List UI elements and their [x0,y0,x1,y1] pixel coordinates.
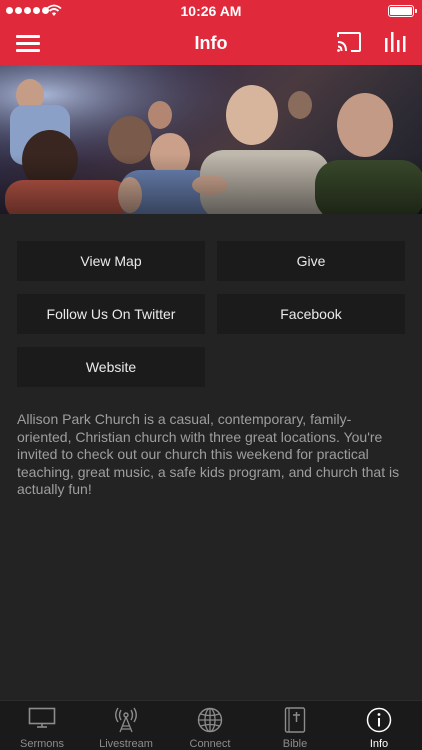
give-button[interactable]: Give [217,241,405,281]
view-map-button[interactable]: View Map [17,241,205,281]
battery-icon [388,5,417,17]
tab-label: Connect [189,738,231,750]
status-time: 10:26 AM [180,3,242,19]
antenna-icon [115,707,137,733]
tab-sermons[interactable]: Sermons [0,701,84,750]
tv-icon [28,707,56,728]
bible-icon [284,707,306,733]
tab-label: Bible [282,738,308,750]
facebook-button[interactable]: Facebook [217,294,405,334]
cast-icon[interactable] [336,31,362,53]
tab-connect[interactable]: Connect [168,701,252,750]
church-description: Allison Park Church is a casual, contemp… [17,411,400,497]
status-bar: 10:26 AM [0,0,422,22]
tab-label: Sermons [19,738,65,750]
tab-livestream[interactable]: Livestream [84,701,168,750]
globe-icon [197,707,223,733]
nav-bar: Info [0,22,422,65]
tab-bar: Sermons Livestream Connect Bible Info [0,700,422,750]
twitter-button[interactable]: Follow Us On Twitter [17,294,205,334]
info-icon [366,707,392,733]
tab-bible[interactable]: Bible [253,701,337,750]
bar-chart-icon[interactable] [384,30,406,54]
website-button[interactable]: Website [17,347,205,387]
hero-image [0,65,422,214]
tab-label: Info [369,738,389,750]
tab-label: Livestream [99,738,153,750]
tab-info[interactable]: Info [337,701,421,750]
worship-photo [0,65,422,214]
